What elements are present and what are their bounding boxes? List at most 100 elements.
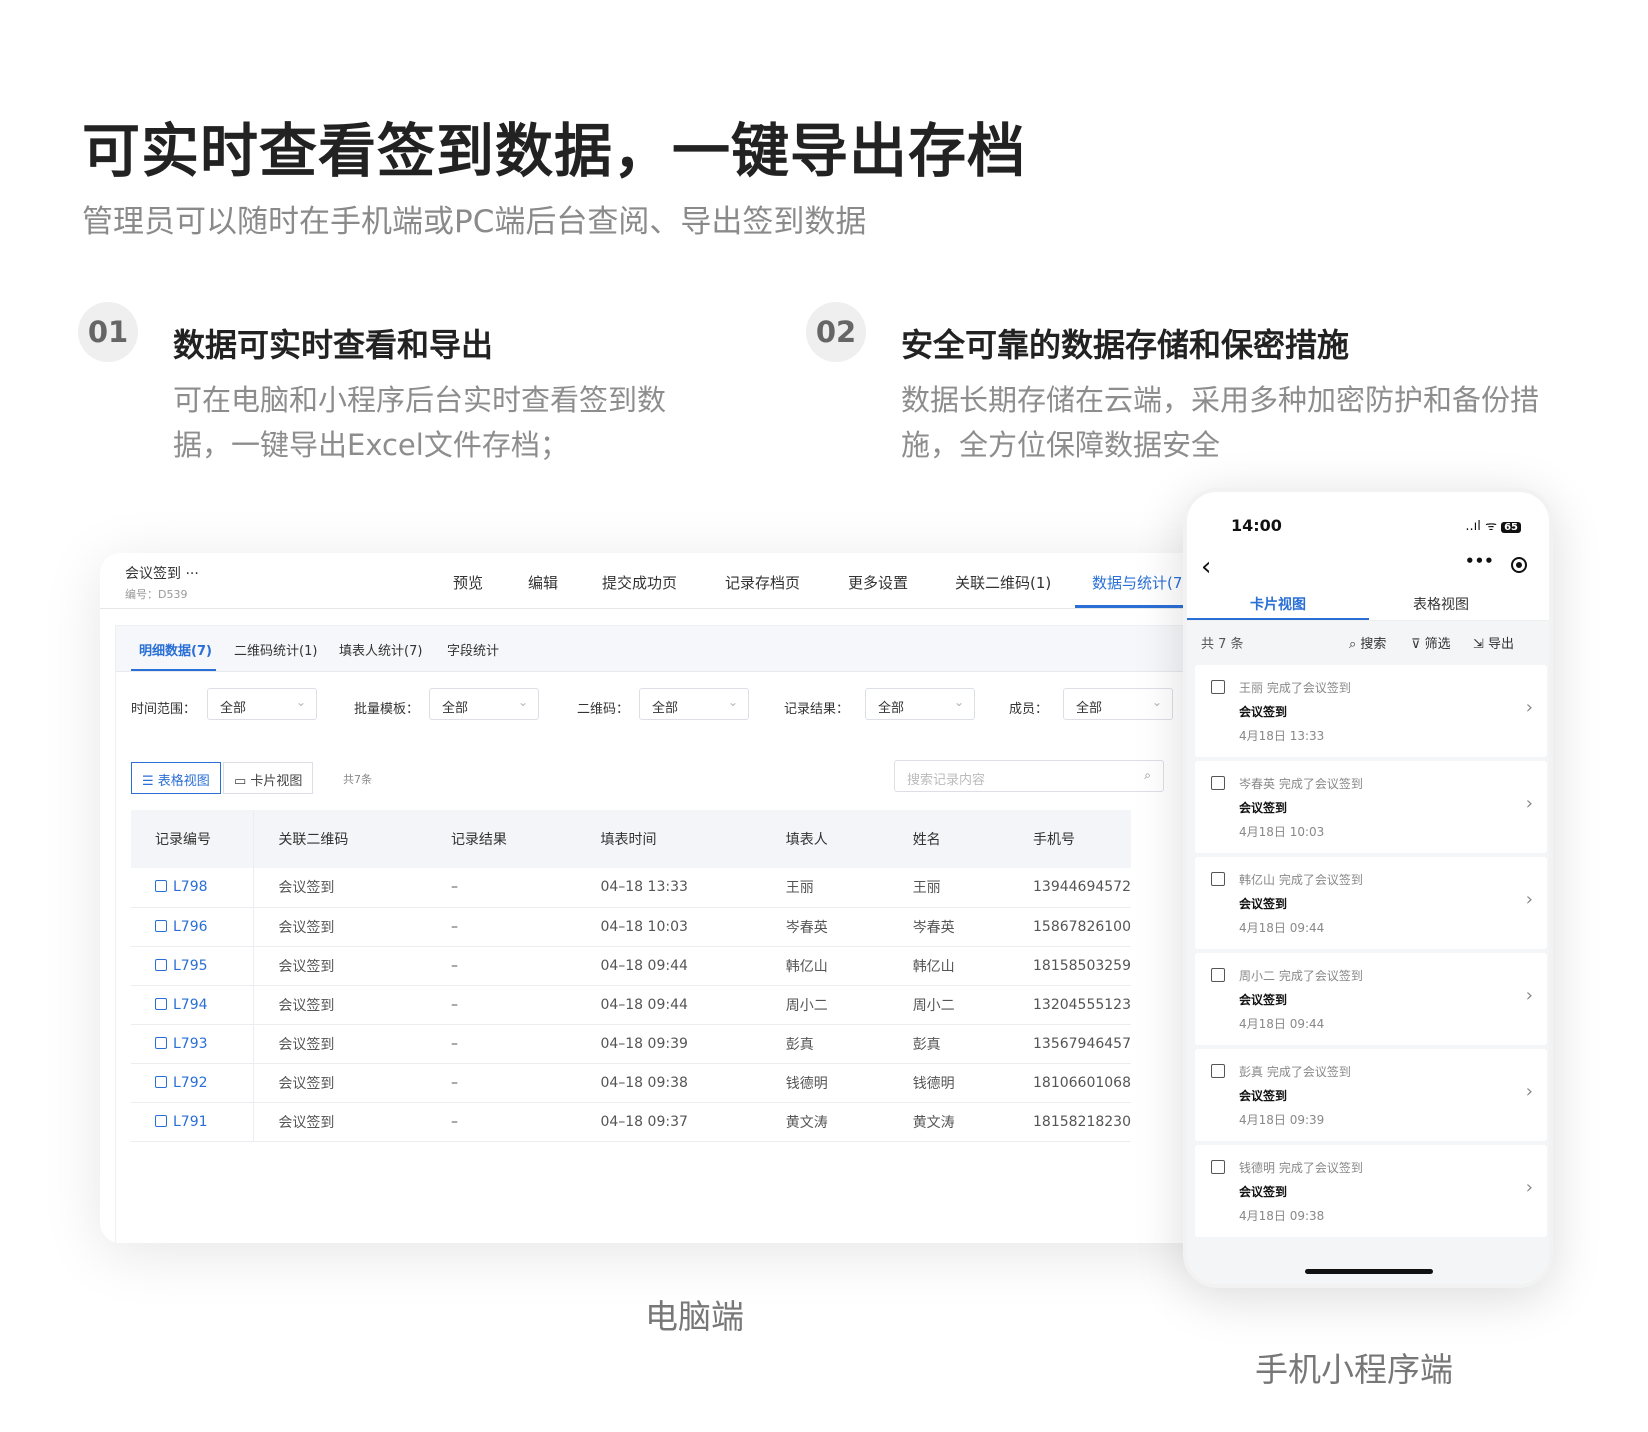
table-row[interactable]: L791 会议签到 –04–18 09:37 黄文涛 黄文涛 18158218230	[131, 1102, 1131, 1142]
table-row[interactable]: L795 会议签到 –04–18 09:44 韩亿山 韩亿山 18158503259	[131, 946, 1131, 986]
filter-result-select[interactable]: 全部 ⌄	[865, 688, 975, 720]
feature-title: 安全可靠的数据存储和保密措施	[901, 326, 1350, 364]
column-header[interactable]: 记录编号	[131, 810, 255, 868]
record-card[interactable]: 王丽 完成了会议签到 会议签到 4月18日 13:33 ›	[1195, 665, 1547, 757]
table-cell: –	[426, 1102, 577, 1142]
search-input[interactable]: 搜索记录内容 ⌕	[894, 760, 1164, 792]
table-cell: –	[426, 946, 577, 986]
record-id-link[interactable]: L792	[131, 1063, 255, 1103]
table-view-button[interactable]: ☰ 表格视图	[131, 762, 221, 794]
feature-number: 01	[78, 302, 138, 362]
tab-table-view[interactable]: 表格视图	[1413, 594, 1469, 614]
filter-button[interactable]: ⊽ 筛选	[1411, 633, 1451, 652]
nav-linked-qrcode[interactable]: 关联二维码(1)	[955, 572, 1051, 593]
table-row[interactable]: L792 会议签到 –04–18 09:38 钱德明 钱德明 18106601068	[131, 1063, 1131, 1103]
tab-field-stats[interactable]: 字段统计	[447, 640, 499, 659]
records-table: 记录编号 关联二维码 记录结果 填表时间 填表人 姓名 手机号 L798 会议签到…	[131, 810, 1131, 1142]
chevron-right-icon: ›	[1525, 1177, 1533, 1198]
record-card[interactable]: 钱德明 完成了会议签到 会议签到 4月18日 09:38 ›	[1195, 1145, 1547, 1237]
chevron-right-icon: ›	[1525, 889, 1533, 910]
status-icons: ..ıl ᯤ 65	[1465, 516, 1521, 534]
table-cell: 彭真	[761, 1024, 889, 1064]
nav-more-settings[interactable]: 更多设置	[848, 572, 908, 593]
card-time: 4月18日 10:03	[1239, 825, 1325, 839]
search-icon: ⌕	[1349, 637, 1361, 652]
filter-member-select[interactable]: 全部 ⌄	[1063, 688, 1173, 720]
export-button[interactable]: ⇲ 导出	[1473, 633, 1514, 652]
table-cell: 彭真	[888, 1024, 1010, 1064]
table-row[interactable]: L794 会议签到 –04–18 09:44 周小二 周小二 13204555123	[131, 985, 1131, 1025]
table-row[interactable]: L796 会议签到 –04–18 10:03 岑春英 岑春英 15867826100	[131, 907, 1131, 947]
table-row[interactable]: L798 会议签到 –04–18 13:33 王丽 王丽 13944694572	[131, 868, 1131, 908]
tab-filler-stats[interactable]: 填表人统计(7)	[339, 640, 422, 659]
nav-submit-success[interactable]: 提交成功页	[602, 572, 677, 593]
more-icon[interactable]: •••	[1465, 552, 1494, 570]
tab-qrcode-stats[interactable]: 二维码统计(1)	[234, 640, 317, 659]
filter-label-qrcode: 二维码：	[577, 702, 630, 717]
record-icon	[155, 1114, 167, 1127]
table-cell: 18158218230	[1009, 1102, 1131, 1142]
card-submitter: 韩亿山 完成了会议签到	[1239, 873, 1363, 887]
signal-icon: ..ıl	[1465, 519, 1481, 534]
tab-detail-data[interactable]: 明细数据(7)	[139, 640, 212, 659]
column-header[interactable]: 关联二维码	[253, 810, 427, 868]
nav-edit[interactable]: 编辑	[528, 572, 558, 593]
phone-caption: 手机小程序端	[1255, 1350, 1453, 1389]
table-cell: 岑春英	[761, 907, 889, 947]
filter-icon: ⊽	[1411, 637, 1425, 652]
chevron-right-icon: ›	[1525, 1081, 1533, 1102]
page-headline: 可实时查看签到数据，一键导出存档	[82, 117, 1027, 185]
filter-time-select[interactable]: 全部 ⌄	[207, 688, 317, 720]
record-card[interactable]: 周小二 完成了会议签到 会议签到 4月18日 09:44 ›	[1195, 953, 1547, 1045]
record-id-link[interactable]: L794	[131, 985, 255, 1025]
table-cell: 18106601068	[1009, 1063, 1131, 1103]
column-header[interactable]: 填表时间	[576, 810, 762, 868]
nav-data-stats[interactable]: 数据与统计(7	[1092, 572, 1182, 593]
nav-preview[interactable]: 预览	[453, 572, 483, 593]
card-form-name: 会议签到	[1239, 1185, 1288, 1199]
column-header[interactable]: 填表人	[761, 810, 889, 868]
column-header[interactable]: 记录结果	[426, 810, 577, 868]
filter-label-result: 记录结果：	[784, 702, 850, 717]
column-header[interactable]: 手机号	[1009, 810, 1131, 868]
filter-template-select[interactable]: 全部 ⌄	[429, 688, 539, 720]
card-icon: ▭	[234, 774, 251, 789]
table-cell: 13567946457	[1009, 1024, 1131, 1064]
card-form-name: 会议签到	[1239, 801, 1288, 815]
total-count: 共 7 条	[1201, 637, 1244, 652]
data-panel: 明细数据(7) 二维码统计(1) 填表人统计(7) 字段统计 时间范围： 全部 ⌄…	[115, 625, 1220, 1243]
record-card[interactable]: 彭真 完成了会议签到 会议签到 4月18日 09:39 ›	[1195, 1049, 1547, 1141]
record-icon	[155, 880, 167, 893]
form-code: 编号：D539	[125, 588, 188, 601]
record-card[interactable]: 岑春英 完成了会议签到 会议签到 4月18日 10:03 ›	[1195, 761, 1547, 853]
tab-active-indicator	[131, 669, 216, 671]
table-cell: 13204555123	[1009, 985, 1131, 1025]
nav-record-archive[interactable]: 记录存档页	[725, 572, 800, 593]
close-target-icon[interactable]	[1511, 557, 1527, 573]
record-id-link[interactable]: L798	[131, 868, 255, 908]
table-cell: 会议签到	[253, 985, 427, 1025]
table-row[interactable]: L793 会议签到 –04–18 09:39 彭真 彭真 13567946457	[131, 1024, 1131, 1064]
table-cell: 韩亿山	[888, 946, 1010, 986]
record-card[interactable]: 韩亿山 完成了会议签到 会议签到 4月18日 09:44 ›	[1195, 857, 1547, 949]
search-button[interactable]: ⌕ 搜索	[1349, 633, 1386, 652]
record-id-link[interactable]: L796	[131, 907, 255, 947]
feature-desc: 数据长期存储在云端，采用多种加密防护和备份措施，全方位保障数据安全	[901, 383, 1540, 462]
table-cell: 04–18 09:44	[576, 985, 762, 1025]
record-id-link[interactable]: L791	[131, 1102, 255, 1142]
table-cell: 韩亿山	[761, 946, 889, 986]
card-view-button[interactable]: ▭ 卡片视图	[223, 762, 314, 794]
record-id-link[interactable]: L795	[131, 946, 255, 986]
record-icon	[155, 1036, 167, 1049]
table-cell: 周小二	[761, 985, 889, 1025]
column-header[interactable]: 姓名	[888, 810, 1010, 868]
more-icon[interactable]: ···	[185, 566, 198, 582]
feature-title: 数据可实时查看和导出	[173, 326, 494, 364]
tab-card-view[interactable]: 卡片视图	[1250, 594, 1306, 614]
record-id-link[interactable]: L793	[131, 1024, 255, 1064]
table-cell: 岑春英	[888, 907, 1010, 947]
back-icon[interactable]: ‹	[1201, 552, 1211, 582]
filter-qrcode-select[interactable]: 全部 ⌄	[639, 688, 749, 720]
record-icon	[155, 958, 167, 971]
table-cell: 04–18 09:38	[576, 1063, 762, 1103]
